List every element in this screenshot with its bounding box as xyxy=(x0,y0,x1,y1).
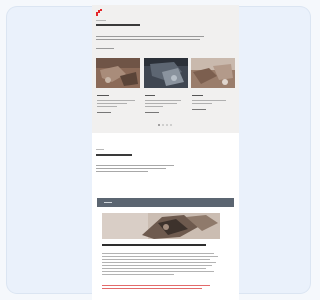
carousel-pagination[interactable] xyxy=(158,124,172,126)
section-text-line xyxy=(96,171,148,172)
feature-body-line xyxy=(102,271,214,272)
card-image xyxy=(191,58,235,88)
card-link-placeholder[interactable] xyxy=(145,112,159,113)
card-title-placeholder xyxy=(192,95,203,97)
page xyxy=(92,5,239,300)
card-text-line xyxy=(97,106,117,107)
section-text-line xyxy=(96,168,166,169)
brand-logo-icon[interactable] xyxy=(96,9,102,16)
feature-warning-line xyxy=(102,288,202,289)
card-text-line xyxy=(192,103,212,104)
card-image xyxy=(144,58,188,88)
carousel-dot[interactable] xyxy=(162,124,164,126)
feature-body-line xyxy=(102,274,174,275)
feature-title-placeholder xyxy=(102,244,206,246)
feature-image xyxy=(102,213,220,239)
card-link-placeholder[interactable] xyxy=(97,112,111,113)
feature-body-line xyxy=(102,256,218,257)
hero-title-placeholder xyxy=(96,24,140,26)
feature-warning-line xyxy=(102,285,210,286)
card-image xyxy=(96,58,140,88)
hero-link-placeholder[interactable] xyxy=(96,48,114,49)
section-eyebrow-placeholder xyxy=(96,149,104,150)
card-text-line xyxy=(97,100,135,101)
card-title-placeholder xyxy=(145,95,155,97)
card-text-line xyxy=(145,106,163,107)
hero-intro-line-2 xyxy=(96,39,200,40)
feature-header-bar[interactable] xyxy=(97,198,234,207)
card-text-line xyxy=(97,103,127,104)
section-title-placeholder xyxy=(96,154,132,156)
feature-body-line xyxy=(102,259,210,260)
section-text-line xyxy=(96,165,174,166)
feature-body-line xyxy=(102,262,216,263)
carousel-dot[interactable] xyxy=(166,124,168,126)
hero-intro-line-1 xyxy=(96,36,204,37)
card-text-line xyxy=(192,100,226,101)
card-text-line xyxy=(145,100,181,101)
carousel-dot[interactable] xyxy=(170,124,172,126)
carousel-dot[interactable] xyxy=(158,124,160,126)
news-card[interactable] xyxy=(96,58,140,120)
feature-body-line xyxy=(102,265,212,266)
feature-body-line xyxy=(102,268,206,269)
news-card[interactable] xyxy=(144,58,188,120)
news-card[interactable] xyxy=(191,58,235,120)
card-link-placeholder[interactable] xyxy=(192,109,206,110)
feature-bar-label-placeholder xyxy=(104,202,112,203)
feature-body-line xyxy=(102,253,214,254)
card-text-line xyxy=(145,103,177,104)
hero-eyebrow-placeholder xyxy=(96,20,106,21)
card-title-placeholder xyxy=(97,95,109,97)
